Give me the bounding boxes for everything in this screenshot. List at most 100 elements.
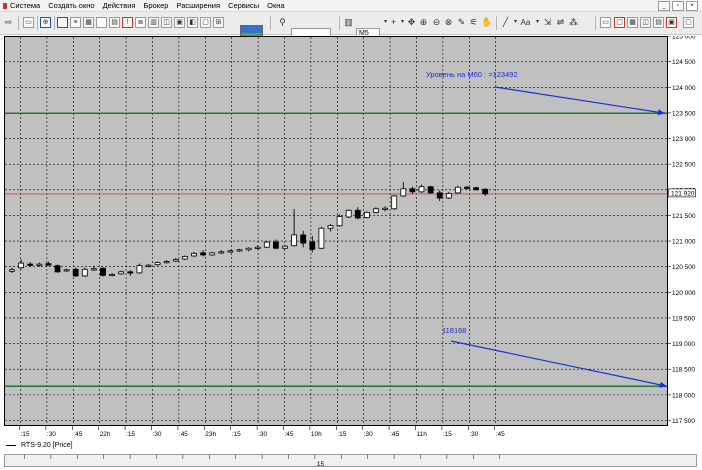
time-tick-label: 22h xyxy=(100,431,111,438)
open-icon[interactable]: ▭ xyxy=(23,17,34,28)
candle-body xyxy=(218,251,225,254)
alert-icon[interactable]: ! xyxy=(122,17,133,28)
save-icon[interactable]: ⊕ xyxy=(40,17,51,28)
menu-system[interactable]: Система xyxy=(0,0,44,11)
candle-body xyxy=(127,271,134,274)
bar-chart-icon[interactable]: ▥ xyxy=(343,17,354,28)
menu-broker[interactable]: Брокер xyxy=(139,0,172,11)
chart-plot-area[interactable]: Уровень на М60 : =123492 118168 xyxy=(4,36,668,426)
time-tick-label: :45 xyxy=(496,431,505,438)
pencil-icon[interactable]: ✎ xyxy=(456,17,467,28)
candle-body xyxy=(63,269,70,272)
report-icon[interactable]: ≣ xyxy=(135,17,146,28)
annotation-arrow xyxy=(494,86,666,114)
zoom-in-icon[interactable]: ⊕ xyxy=(418,17,429,28)
time-tick-label: :45 xyxy=(390,431,399,438)
object-list-icon[interactable]: ⁂ xyxy=(568,17,579,28)
candle-body xyxy=(373,208,379,213)
price-axis[interactable]: 125 000 124 500 124 000 123 500 123 000 122 5… xyxy=(668,34,697,426)
fibonacci-icon[interactable]: ⇲ xyxy=(542,17,553,28)
portfolio-icon[interactable]: ◫ xyxy=(161,17,172,28)
candle-body xyxy=(181,256,188,260)
candle-body xyxy=(209,252,216,256)
price-tick-label: 121 500 xyxy=(672,213,696,220)
candle-body xyxy=(245,247,252,251)
candle-body xyxy=(427,186,434,194)
time-tick-label: 23h xyxy=(205,431,216,438)
candle-body xyxy=(263,241,270,248)
time-navigator-labels: 15 xyxy=(24,455,501,468)
minimize-icon[interactable]: _ xyxy=(658,1,670,11)
candle-body xyxy=(9,269,15,272)
menu-create-window[interactable]: Создать окно xyxy=(44,0,98,11)
price-chart[interactable]: Уровень на М60 : =123492 118168 xyxy=(5,37,667,425)
time-tick-label: :15 xyxy=(443,431,452,438)
list-icon[interactable]: ≡ xyxy=(70,17,81,28)
settings-icon[interactable]: ⊞ xyxy=(213,17,224,28)
magnet-icon[interactable]: ⊗ xyxy=(443,17,454,28)
orders-icon[interactable]: ▣ xyxy=(174,17,185,28)
candle-body xyxy=(309,241,316,250)
chart-legend: RTS-9.20 [Price] xyxy=(6,442,73,449)
close-icon[interactable]: × xyxy=(686,1,698,11)
candle-body xyxy=(145,264,152,267)
candle-body xyxy=(318,227,325,249)
new-chart-icon[interactable]: ⇨ xyxy=(3,17,14,28)
menu-actions[interactable]: Действия xyxy=(99,0,140,11)
toolbar-separator xyxy=(37,16,38,30)
search-icon[interactable]: ⚲ xyxy=(277,17,288,28)
price-tick-label: 120 000 xyxy=(672,290,696,297)
toolbox-icon[interactable]: ▤ xyxy=(653,17,664,28)
panel-icon[interactable] xyxy=(96,17,107,28)
candle-body xyxy=(36,263,43,266)
candle-body xyxy=(336,216,343,227)
windows-icon[interactable]: ▢ xyxy=(614,17,625,28)
price-tick-label: 121 000 xyxy=(672,239,696,246)
grid-icon[interactable]: ▥ xyxy=(148,17,159,28)
price-tick-label: 118 500 xyxy=(672,367,695,374)
lock-icon[interactable]: ▣ xyxy=(666,17,677,28)
candle-body xyxy=(400,188,407,197)
menu-services[interactable]: Сервисы xyxy=(224,0,263,11)
menu-extensions[interactable]: Расширения xyxy=(172,0,224,11)
text-tool-icon[interactable]: Aa xyxy=(520,17,531,28)
cursor-icon[interactable]: ✥ xyxy=(406,17,417,28)
price-tick-label: 119 000 xyxy=(672,341,695,348)
ruler-icon[interactable]: ⚟ xyxy=(468,17,479,28)
time-tick-label: :30 xyxy=(258,431,267,438)
candle-body xyxy=(272,241,279,249)
candle-body xyxy=(200,252,207,256)
time-tick-label: :30 xyxy=(153,431,162,438)
menu-windows[interactable]: Окна xyxy=(263,0,288,11)
price-tick-label: 122 500 xyxy=(672,162,696,169)
hand-icon[interactable]: ✋ xyxy=(481,17,492,28)
trades-icon[interactable]: ◧ xyxy=(187,17,198,28)
channel-icon[interactable]: ⇌ xyxy=(555,17,566,28)
window-icon[interactable] xyxy=(57,17,68,28)
price-tick-label: 124 500 xyxy=(672,59,696,66)
time-navigator[interactable]: 15 xyxy=(4,454,697,468)
candle-body xyxy=(436,192,443,199)
print-icon[interactable]: ▤ xyxy=(109,17,120,28)
restore-icon[interactable]: ▫ xyxy=(672,1,684,11)
tile-icon[interactable]: ▦ xyxy=(627,17,638,28)
candle-body xyxy=(454,186,461,194)
zoom-out-icon[interactable]: ⊖ xyxy=(431,17,442,28)
news-icon[interactable]: ▢ xyxy=(200,17,211,28)
annotation-label: 118168 xyxy=(442,326,466,335)
annotation-label: Уровень на М60 : =123492 xyxy=(426,70,518,79)
candle-body xyxy=(136,265,143,274)
time-axis-labels: :15:30:45 22h:15:30:45 23h:15:30:45 10h:15:… xyxy=(19,426,505,438)
candle-body xyxy=(191,252,197,257)
layout-icon[interactable]: ▭ xyxy=(600,17,611,28)
cascade-icon[interactable]: ◫ xyxy=(640,17,651,28)
price-tick-label: 119 500 xyxy=(672,315,695,322)
table-icon[interactable]: ▦ xyxy=(83,17,94,28)
candle-body xyxy=(109,273,115,276)
screen-icon[interactable]: ▢ xyxy=(683,17,694,28)
menu-bar: Система Создать окно Действия Брокер Рас… xyxy=(0,0,702,12)
time-tick-label: :45 xyxy=(285,431,294,438)
candle-body xyxy=(382,207,389,210)
candle-body xyxy=(172,259,179,262)
time-axis[interactable]: :15:30:45 22h:15:30:45 23h:15:30:45 10h:15:… xyxy=(4,426,668,439)
